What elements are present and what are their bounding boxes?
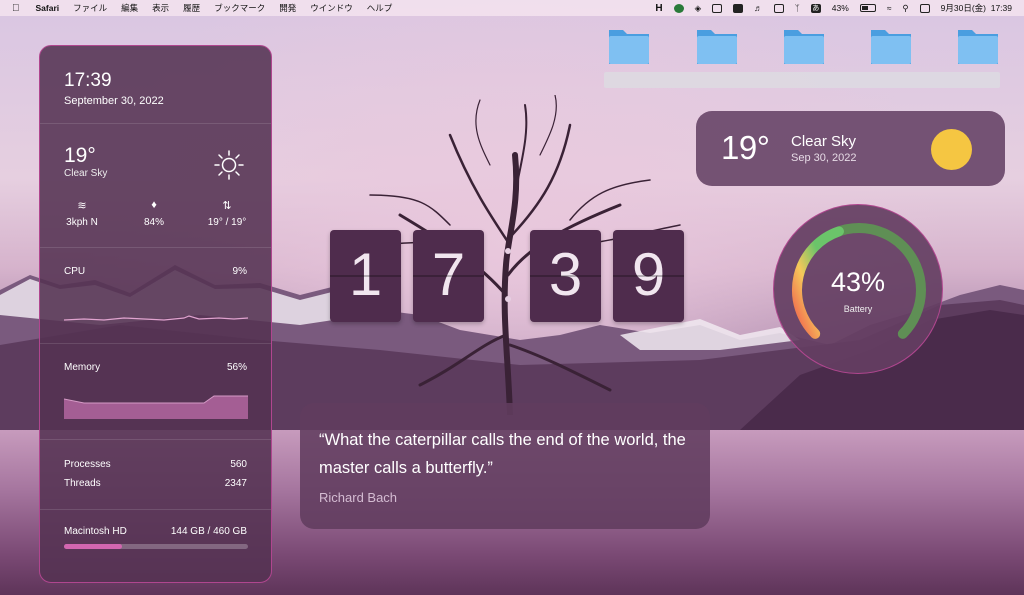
wind-value: 3kph N	[66, 217, 98, 228]
menu-bar:  Safari ファイル 編集 表示 履歴 ブックマーク 開発 ウインドウ ヘ…	[0, 0, 1024, 16]
processes-label: Processes	[64, 459, 111, 470]
weather-condition: Clear Sky	[791, 133, 857, 150]
memory-label: Memory	[64, 362, 101, 373]
battery-gauge-widget: 43% Battery	[773, 204, 943, 374]
memory-value: 56%	[226, 362, 247, 373]
weather-date: Sep 30, 2022	[791, 152, 857, 164]
battery-value: 43%	[830, 267, 886, 297]
clock-section: 17:39 September 30, 2022	[40, 46, 271, 124]
process-section	[40, 440, 271, 510]
menu-bookmarks[interactable]: ブックマーク	[214, 2, 265, 14]
droplet-icon: ♦	[151, 199, 157, 211]
disk-usage-fill	[64, 544, 122, 549]
memory-section	[40, 344, 271, 440]
quote-widget: “What the caterpillar calls the end of t…	[300, 403, 710, 529]
weather-temperature: 19°	[721, 129, 770, 166]
flip-digit: 9	[613, 230, 684, 322]
layers-icon[interactable]: ◈	[695, 3, 702, 14]
cpu-value: 9%	[232, 266, 247, 277]
wind-stat: ≋ 3kph N	[52, 199, 112, 228]
threads-value: 2347	[224, 478, 247, 489]
menu-develop[interactable]: 開発	[279, 2, 296, 14]
flip-digit: 3	[530, 230, 601, 322]
system-stats-panel: 17:39 September 30, 2022 19° Clear Sky ≋…	[39, 45, 272, 583]
menu-edit[interactable]: 編集	[121, 2, 138, 14]
menu-file[interactable]: ファイル	[73, 2, 107, 14]
menu-history[interactable]: 履歴	[183, 2, 200, 14]
flip-digit-text: 3	[548, 241, 583, 308]
menu-app-name[interactable]: Safari	[36, 3, 60, 13]
wind-icon: ≋	[77, 200, 87, 212]
input-source-icon[interactable]: あ	[810, 3, 821, 13]
menu-view[interactable]: 表示	[152, 2, 169, 14]
quote-author: Richard Bach	[319, 490, 398, 505]
panel-temperature: 19°	[64, 144, 96, 167]
humidity-value: 84%	[143, 217, 164, 228]
weather-section	[40, 124, 271, 248]
panel-condition: Clear Sky	[64, 168, 108, 179]
h-icon[interactable]: H	[655, 3, 662, 14]
processes-value: 560	[230, 459, 247, 470]
apple-menu-icon[interactable]: 	[12, 3, 20, 14]
bluetooth-icon[interactable]: ᛉ	[795, 3, 800, 13]
folder-icon[interactable]	[869, 26, 913, 66]
box-icon[interactable]	[712, 3, 723, 13]
volume-icon[interactable]: ♬	[754, 3, 763, 13]
desktop-folders	[607, 26, 1002, 68]
wifi-icon[interactable]: ≈	[887, 3, 892, 13]
battery-icon[interactable]	[859, 4, 876, 12]
disk-value: 144 GB / 460 GB	[170, 526, 247, 537]
folder-icon[interactable]	[607, 26, 651, 66]
menu-window[interactable]: ウインドウ	[310, 2, 353, 14]
folder-labels-bar	[604, 72, 1000, 88]
sun-icon	[214, 150, 244, 180]
green-status-icon[interactable]	[673, 3, 684, 13]
folder-icon[interactable]	[782, 26, 826, 66]
battery-label: Battery	[843, 304, 873, 314]
flip-digit-text: 9	[631, 241, 666, 308]
search-icon[interactable]: ⚲	[902, 3, 908, 14]
flip-digit: 1	[330, 230, 401, 322]
keyboard-icon[interactable]	[733, 3, 744, 13]
folder-icon[interactable]	[695, 26, 739, 66]
disk-usage-bar	[64, 544, 248, 549]
clock-colon-dot	[505, 296, 511, 302]
folder-icon[interactable]	[956, 26, 1000, 66]
sun-icon	[931, 129, 972, 170]
minmax-stat: ⇅ 19° / 19°	[197, 199, 257, 228]
battery-percent[interactable]: 43%	[832, 3, 849, 13]
quote-text: “What the caterpillar calls the end of t…	[319, 431, 686, 477]
menubar-clock[interactable]: 9月30日(金) 17:39	[941, 2, 1012, 14]
cpu-label: CPU	[64, 266, 86, 277]
display-icon[interactable]	[773, 3, 784, 13]
flip-digit-text: 7	[431, 241, 466, 308]
memory-graph	[64, 395, 248, 419]
minmax-value: 19° / 19°	[207, 217, 247, 228]
menu-help[interactable]: ヘルプ	[367, 2, 393, 14]
min-max-arrows-icon: ⇅	[222, 200, 232, 212]
humidity-stat: ♦ 84%	[124, 199, 184, 228]
panel-time: 17:39	[64, 70, 112, 91]
control-center-icon[interactable]	[919, 3, 930, 13]
cpu-section	[40, 248, 271, 344]
cpu-sparkline	[64, 315, 248, 321]
clock-colon-dot	[505, 248, 511, 254]
flip-digit-text: 1	[348, 241, 383, 308]
weather-widget: 19° Clear Sky Sep 30, 2022	[696, 111, 1005, 186]
flip-digit: 7	[413, 230, 484, 322]
threads-label: Threads	[64, 478, 101, 489]
panel-date: September 30, 2022	[64, 95, 164, 107]
disk-label: Macintosh HD	[64, 526, 127, 537]
